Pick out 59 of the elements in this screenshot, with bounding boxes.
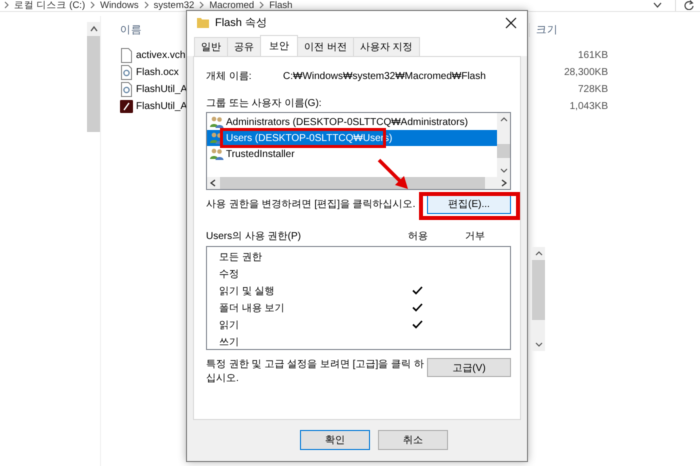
permission-name: 쓰기 xyxy=(219,336,240,348)
permissions-label: Users의 사용 권한(P) xyxy=(206,230,302,243)
list-item[interactable]: TrustedInstaller xyxy=(207,146,497,162)
file-size: 1,043KB xyxy=(568,101,608,112)
window-title: Flash 속성 xyxy=(215,16,268,30)
advanced-button[interactable]: 고급(V) xyxy=(427,358,511,377)
user-group-icon xyxy=(210,132,224,144)
tab[interactable]: 일반 xyxy=(194,37,228,56)
object-name-label: 개체 이름: xyxy=(206,70,253,83)
chevron-icon xyxy=(259,1,264,9)
scroll-up-icon[interactable] xyxy=(534,251,542,256)
scrollbar[interactable] xyxy=(497,113,510,177)
file-size: 161KB xyxy=(576,50,608,61)
dialog-button[interactable]: 확인 xyxy=(300,430,370,450)
tab[interactable]: 사용자 지정 xyxy=(352,37,420,56)
scrollbar[interactable] xyxy=(532,247,545,351)
permission-name: 수정 xyxy=(219,268,240,280)
breadcrumb-item[interactable]: Windows xyxy=(100,0,139,10)
breadcrumb-item[interactable]: 로컬 디스크 (C:) xyxy=(14,0,86,12)
chevron-icon xyxy=(144,1,149,9)
scroll-up-icon[interactable] xyxy=(500,117,508,122)
tab[interactable]: 공유 xyxy=(227,37,261,56)
folder-icon xyxy=(197,17,209,28)
user-group-icon xyxy=(210,116,224,128)
scroll-down-icon[interactable] xyxy=(534,342,542,347)
gear-document-icon xyxy=(120,65,133,80)
chevron-icon xyxy=(199,1,204,9)
advanced-hint: 특정 권한 및 고급 설정을 보려면 [고급]을 클릭 하십시오. xyxy=(206,358,425,386)
object-path: C:₩Windows₩system32₩Macromed₩Flash xyxy=(283,70,486,82)
scroll-right-icon[interactable] xyxy=(501,179,507,187)
permission-name: 읽기 xyxy=(219,318,240,332)
file-size: 28,300KB xyxy=(563,67,608,78)
file-size: 728KB xyxy=(576,84,608,95)
column-header[interactable]: 크기 xyxy=(529,23,596,37)
chevron-icon xyxy=(4,1,9,9)
breadcrumb-item[interactable]: Flash xyxy=(269,0,292,10)
groups-label: 그룹 또는 사용자 이름(G): xyxy=(206,97,323,111)
permission-name: 모든 권한 xyxy=(219,250,263,264)
dialog-button[interactable]: 취소 xyxy=(378,430,448,450)
tab[interactable]: 이전 버전 xyxy=(297,37,354,56)
list-item[interactable]: Administrators (DESKTOP-0SLTTCQ₩Administrators) xyxy=(207,114,497,130)
user-group-icon xyxy=(210,148,224,160)
permission-name: 읽기 및 실행 xyxy=(219,284,276,298)
chevron-icon xyxy=(90,1,96,9)
scroll-left-icon[interactable] xyxy=(210,179,216,187)
edit-hint: 사용 권한을 변경하려면 [편집]을 클릭하십시오. xyxy=(206,198,416,211)
column-header: 거부 xyxy=(465,230,485,243)
breadcrumb-item[interactable]: Macromed xyxy=(209,0,254,10)
scroll-down-icon[interactable] xyxy=(500,168,508,173)
permission-name: 폴더 내용 보기 xyxy=(219,302,286,314)
scrollbar[interactable] xyxy=(87,22,100,132)
column-header: 허용 xyxy=(408,230,429,243)
document-icon xyxy=(120,48,133,63)
annotation-arrow xyxy=(377,158,411,192)
dropdown-icon[interactable] xyxy=(653,2,662,8)
gear-document-icon xyxy=(120,82,133,97)
horizontal-scrollbar[interactable] xyxy=(207,177,510,189)
breadcrumb-item[interactable]: system32 xyxy=(154,0,194,10)
app-icon xyxy=(120,99,133,114)
